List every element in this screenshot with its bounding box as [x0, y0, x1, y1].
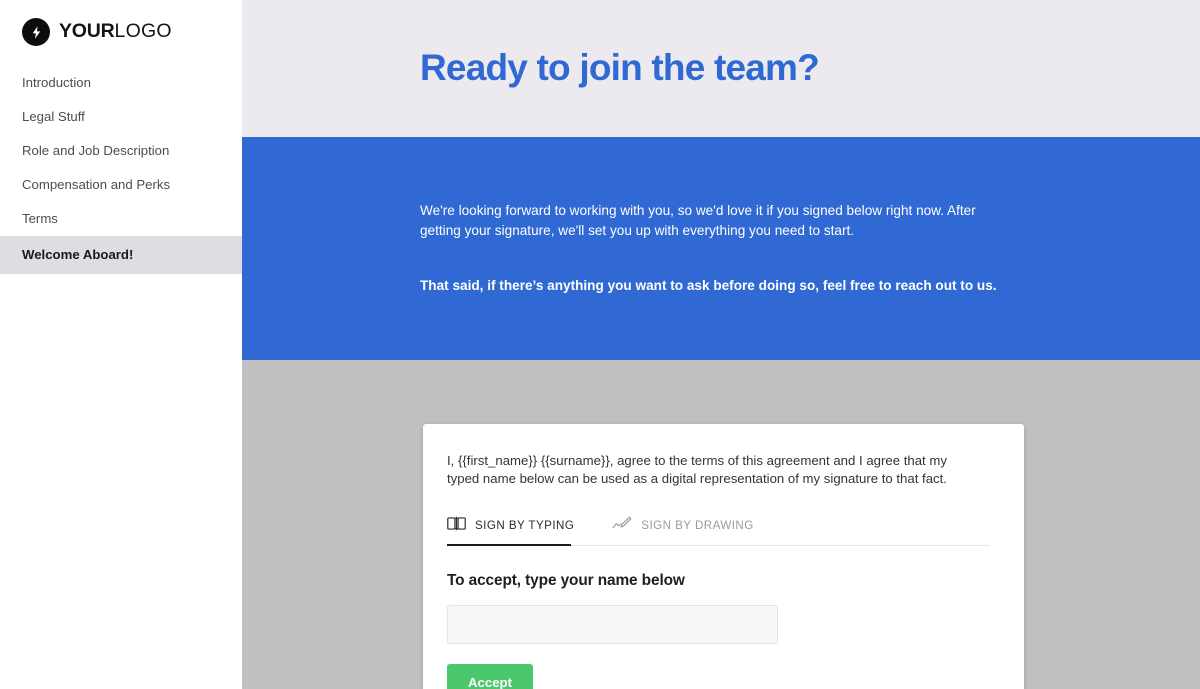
- active-tab-underline: [447, 544, 571, 546]
- logo-text-light: LOGO: [114, 20, 172, 43]
- keyboard-icon: [447, 516, 466, 534]
- sidebar: YOURLOGO Introduction Legal Stuff Role a…: [0, 0, 242, 689]
- sidebar-item-legal-stuff[interactable]: Legal Stuff: [0, 100, 242, 134]
- consent-text: I, {{first_name}} {{surname}}, agree to …: [447, 453, 947, 486]
- signature-tabs: SIGN BY TYPING SIGN BY DRAWING: [447, 512, 990, 546]
- main-content: Ready to join the team? We're looking fo…: [242, 0, 1200, 689]
- tab-sign-by-drawing[interactable]: SIGN BY DRAWING: [612, 512, 753, 545]
- sidebar-item-introduction[interactable]: Introduction: [0, 66, 242, 100]
- logo[interactable]: YOURLOGO: [0, 0, 242, 46]
- sidebar-item-welcome-aboard[interactable]: Welcome Aboard!: [0, 236, 242, 274]
- logo-text-bold: YOUR: [59, 20, 115, 43]
- accept-heading: To accept, type your name below: [447, 572, 685, 589]
- tab-sign-by-drawing-label: SIGN BY DRAWING: [641, 518, 754, 532]
- lightning-bolt-icon: [22, 18, 50, 46]
- signature-card: I, {{first_name}} {{surname}}, agree to …: [423, 424, 1024, 689]
- accept-button[interactable]: Accept: [447, 664, 533, 689]
- signature-band: I, {{first_name}} {{surname}}, agree to …: [242, 360, 1200, 689]
- intro-paragraph-bold: That said, if there’s anything you want …: [420, 278, 997, 293]
- page-title: Ready to join the team?: [420, 47, 820, 89]
- intro-paragraph: We're looking forward to working with yo…: [420, 203, 976, 238]
- signature-name-input[interactable]: [447, 605, 778, 644]
- page-root: YOURLOGO Introduction Legal Stuff Role a…: [0, 0, 1200, 689]
- sidebar-nav: Introduction Legal Stuff Role and Job De…: [0, 66, 242, 274]
- tab-sign-by-typing[interactable]: SIGN BY TYPING: [447, 512, 574, 545]
- logo-text: YOURLOGO: [59, 22, 172, 42]
- pen-signature-icon: [612, 516, 632, 534]
- sidebar-item-compensation-and-perks[interactable]: Compensation and Perks: [0, 168, 242, 202]
- title-band: Ready to join the team?: [242, 0, 1200, 137]
- tab-sign-by-typing-label: SIGN BY TYPING: [475, 518, 575, 532]
- sidebar-item-terms[interactable]: Terms: [0, 202, 242, 236]
- sidebar-item-role-and-job-description[interactable]: Role and Job Description: [0, 134, 242, 168]
- intro-band: We're looking forward to working with yo…: [242, 137, 1200, 360]
